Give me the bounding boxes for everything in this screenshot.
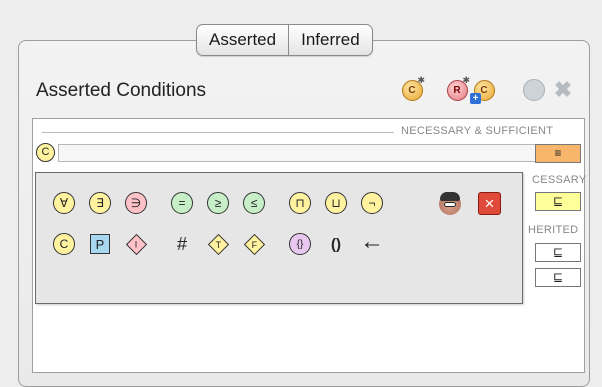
plus-icon: + xyxy=(470,93,481,104)
subclass-operator-button[interactable]: ⊑ xyxy=(535,192,581,211)
create-restriction-button[interactable]: C ✱ xyxy=(400,75,425,102)
property-button[interactable]: P xyxy=(89,233,111,255)
expression-palette: ∀ ∃ ∋ = ≥ ≤ ⊓ ⊔ ¬ × C P I # T F {} () ← xyxy=(35,172,523,304)
individual-button[interactable]: I xyxy=(125,233,147,255)
condition-row[interactable]: C xyxy=(36,143,582,162)
section-label-necessary: CESSARY xyxy=(532,174,587,186)
divider xyxy=(42,132,394,133)
backspace-button[interactable]: ← xyxy=(360,228,384,255)
left-arrow-icon: ← xyxy=(360,228,384,255)
tab-asserted[interactable]: Asserted xyxy=(197,25,288,55)
close-palette-button[interactable]: × xyxy=(478,192,501,215)
all-values-from-button[interactable]: ∀ xyxy=(53,192,75,214)
true-value-button[interactable]: T xyxy=(207,233,229,255)
cardinality-button[interactable]: = xyxy=(171,192,193,214)
has-value-button[interactable]: ∋ xyxy=(125,192,147,214)
section-label-inherited: HERITED xyxy=(528,224,579,236)
section-label-necessary-sufficient: NECESSARY & SUFFICIENT xyxy=(401,125,554,137)
intersection-button[interactable]: ⊓ xyxy=(289,192,311,214)
add-named-class-button[interactable]: C + xyxy=(470,78,496,104)
false-value-button[interactable]: F xyxy=(243,233,265,255)
max-cardinality-button[interactable]: ≤ xyxy=(243,192,265,214)
datatype-button[interactable]: # xyxy=(171,233,193,255)
view-mode-tabs: Asserted Inferred xyxy=(196,24,373,56)
delete-icon: ✖ xyxy=(553,77,573,102)
search-button[interactable] xyxy=(522,78,546,102)
panel-title: Asserted Conditions xyxy=(36,80,207,101)
star-icon: ✱ xyxy=(417,75,425,85)
parentheses-button[interactable]: () xyxy=(325,233,347,255)
some-values-from-button[interactable]: ∃ xyxy=(89,192,111,214)
expression-input[interactable] xyxy=(58,144,551,162)
union-button[interactable]: ⊔ xyxy=(325,192,347,214)
min-cardinality-button[interactable]: ≥ xyxy=(207,192,229,214)
magnifier-icon xyxy=(523,79,545,101)
star-icon: ✱ xyxy=(462,75,470,85)
inherited-operator-2: ⊑ xyxy=(535,268,581,287)
class-icon: C xyxy=(36,143,55,162)
enumeration-button[interactable]: {} xyxy=(289,233,311,255)
equivalent-operator-button[interactable]: ≡ xyxy=(535,144,581,163)
tab-inferred[interactable]: Inferred xyxy=(288,25,372,55)
named-class-button[interactable]: C xyxy=(53,233,75,255)
add-restriction-button[interactable]: R ✱ xyxy=(445,75,470,102)
complement-button[interactable]: ¬ xyxy=(361,192,383,214)
inherited-operator-1: ⊑ xyxy=(535,243,581,262)
wizard-face-icon[interactable] xyxy=(439,192,461,215)
delete-button[interactable]: ✖ xyxy=(551,78,575,102)
